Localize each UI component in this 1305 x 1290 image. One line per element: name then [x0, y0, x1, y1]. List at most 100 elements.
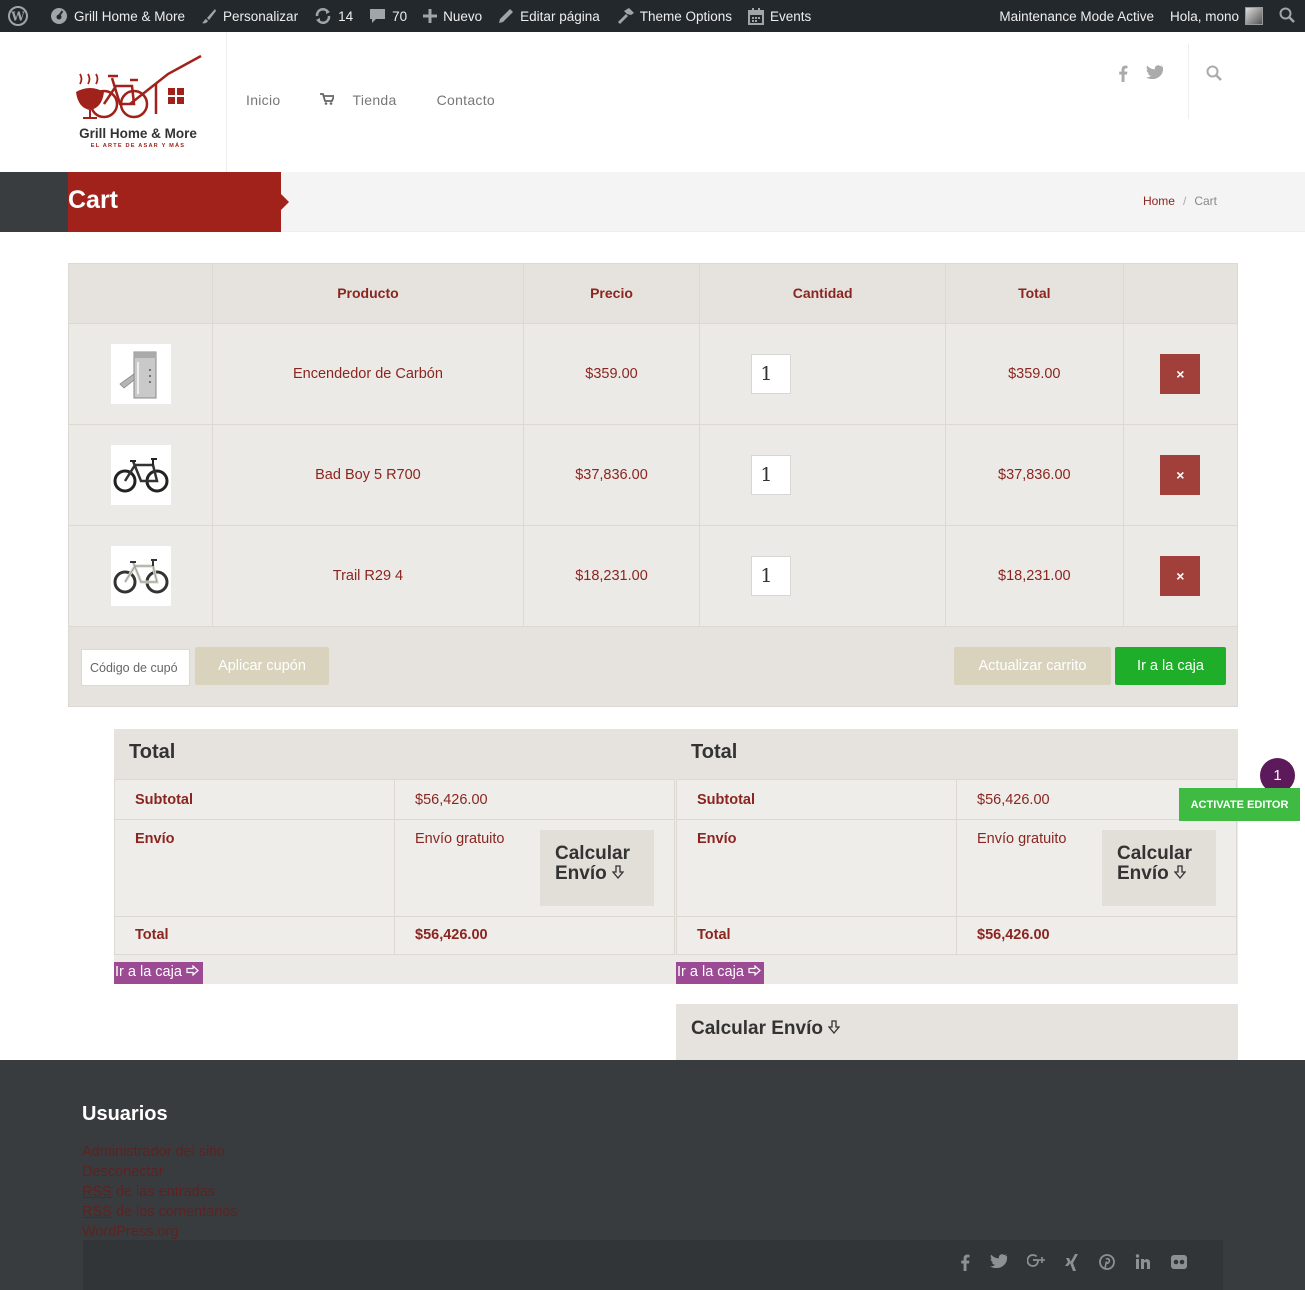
cart-header-row: Producto Precio Cantidad Total: [69, 264, 1237, 324]
twitter-icon[interactable]: [1146, 65, 1163, 86]
remove-item-button[interactable]: ×: [1160, 454, 1201, 495]
remove-item-button[interactable]: ×: [1160, 353, 1201, 394]
events-link[interactable]: Events: [740, 0, 819, 32]
checkout-link[interactable]: Ir a la caja: [114, 962, 203, 984]
avatar: [1245, 7, 1263, 25]
pinterest-icon[interactable]: [1099, 1254, 1115, 1276]
nav-item-home[interactable]: Inicio: [246, 92, 280, 108]
facebook-icon[interactable]: [960, 1254, 970, 1276]
header-product: Producto: [212, 264, 524, 324]
header-social: [1118, 65, 1163, 86]
quantity-input[interactable]: 1: [751, 555, 792, 596]
footer-social: [960, 1254, 1187, 1276]
cart-actions: Código de cupó Aplicar cupón Actualizar …: [69, 626, 1237, 706]
site-header: Grill Home & More EL ARTE DE ASAR Y MÁS …: [0, 32, 1305, 172]
google-plus-icon[interactable]: [1026, 1254, 1045, 1276]
maintenance-mode-indicator[interactable]: Maintenance Mode Active: [991, 0, 1162, 32]
product-thumbnail[interactable]: [110, 444, 171, 505]
updates-link[interactable]: 14: [306, 0, 361, 32]
cart-totals-heading: Total: [676, 729, 1238, 779]
nav-item-contact[interactable]: Contacto: [437, 92, 495, 108]
account-menu[interactable]: Hola, mono: [1162, 0, 1271, 32]
activate-editor-button[interactable]: ACTIVATE EDITOR: [1179, 788, 1300, 821]
logo-tagline: EL ARTE DE ASAR Y MÁS: [91, 142, 185, 149]
calc-line1: Calcular: [555, 843, 630, 864]
quantity-input[interactable]: 1: [751, 454, 792, 495]
linkedin-icon[interactable]: [1135, 1254, 1151, 1276]
coupon-code-input[interactable]: Código de cupó: [81, 648, 190, 686]
edit-page-label: Editar página: [520, 8, 600, 24]
calc-line1: Calcular: [1117, 843, 1192, 864]
xing-icon[interactable]: [1065, 1254, 1079, 1276]
order-total-label: Total: [676, 916, 957, 955]
quantity-input[interactable]: 1: [751, 353, 792, 394]
cart-row: Bad Boy 5 R700 $37,836.00 1 $37,836.00 ×: [69, 424, 1237, 526]
entries-text: de las entradas: [111, 1184, 216, 1200]
new-content-menu[interactable]: Nuevo: [415, 0, 490, 32]
search-icon: [1279, 7, 1295, 26]
cart-item-name[interactable]: Trail R29 4: [212, 525, 524, 627]
flickr-icon[interactable]: [1171, 1254, 1187, 1276]
breadcrumb-home[interactable]: Home: [1143, 194, 1175, 208]
customize-link[interactable]: Personalizar: [193, 0, 306, 32]
calculate-shipping-heading: Calcular Envío: [691, 1018, 823, 1039]
dashboard-icon: [50, 7, 68, 25]
nav-item-shop[interactable]: Tienda: [320, 92, 396, 108]
comments-count: 70: [392, 8, 408, 24]
cart-totals-duplicate: Total Subtotal $56,426.00 Envío Envío grat…: [676, 729, 1238, 984]
footer-link-logout[interactable]: Desconectar: [82, 1162, 238, 1182]
edit-page-link[interactable]: Editar página: [490, 0, 608, 32]
calculate-shipping-toggle[interactable]: Calcular Envío: [1102, 830, 1216, 906]
cart-item-name[interactable]: Bad Boy 5 R700: [212, 424, 524, 526]
updates-count: 14: [338, 8, 354, 24]
cart-icon: [320, 92, 336, 108]
proceed-to-checkout-button[interactable]: Ir a la caja: [1115, 646, 1226, 685]
main-nav: Inicio Tienda Contacto: [246, 92, 535, 108]
cart-totals: Total Subtotal $56,426.00 Envío Envío grat…: [114, 729, 676, 984]
arrow-right-icon: [186, 964, 199, 980]
title-bar-accent: [0, 172, 68, 232]
apply-coupon-button[interactable]: Aplicar cupón: [195, 646, 329, 685]
calendar-icon: [748, 7, 765, 25]
page-title: Cart: [68, 186, 119, 214]
events-label: Events: [770, 8, 812, 24]
breadcrumb-current: Cart: [1194, 194, 1217, 208]
site-footer: Usuarios Administrador del sitio Descone…: [0, 1060, 1305, 1290]
header-search-button[interactable]: [1206, 65, 1222, 86]
calculate-shipping-panel[interactable]: Calcular Envío: [676, 1004, 1238, 1060]
site-logo[interactable]: Grill Home & More EL ARTE DE ASAR Y MÁS: [68, 54, 208, 150]
product-thumbnail[interactable]: [110, 545, 171, 606]
calculate-shipping-toggle[interactable]: Calcular Envío: [540, 830, 654, 906]
rss-abbr: RSS: [82, 1204, 112, 1220]
remove-item-button[interactable]: ×: [1160, 555, 1201, 596]
cart-item-name[interactable]: Encendedor de Carbón: [212, 323, 524, 425]
twitter-icon[interactable]: [990, 1254, 1007, 1276]
site-name-menu[interactable]: Grill Home & More: [42, 0, 193, 32]
footer-link-admin[interactable]: Administrador del sitio: [82, 1142, 238, 1162]
comments-link[interactable]: 70: [361, 0, 415, 32]
checkout-link-label: Ir a la caja: [677, 964, 744, 980]
footer-link-entries-rss[interactable]: RSS de las entradas: [82, 1182, 238, 1202]
brush-icon: [201, 8, 217, 24]
subtotal-label: Subtotal: [676, 779, 957, 820]
theme-options-label: Theme Options: [639, 8, 733, 24]
theme-options-link[interactable]: Theme Options: [608, 0, 740, 32]
footer-link-wordpress[interactable]: WordPress.org: [82, 1222, 238, 1242]
plus-icon: [423, 9, 438, 23]
update-cart-button[interactable]: Actualizar carrito: [954, 646, 1111, 685]
cart-table: Producto Precio Cantidad Total Encendedo…: [68, 263, 1238, 707]
facebook-icon[interactable]: [1118, 65, 1128, 86]
wordpress-logo-button[interactable]: W: [0, 0, 42, 32]
shipping-value: Envío gratuito: [977, 831, 1067, 847]
product-thumbnail[interactable]: [110, 343, 171, 404]
cart-item-price: $359.00: [523, 323, 701, 425]
cart-row: Trail R29 4 $18,231.00 1 $18,231.00 ×: [69, 525, 1237, 627]
arrow-right-icon: [748, 964, 761, 980]
subtotal-value: $56,426.00: [394, 779, 675, 820]
header-remove: [1123, 264, 1237, 324]
checkout-link[interactable]: Ir a la caja: [676, 962, 764, 984]
footer-link-comments-rss[interactable]: RSS de los comentarios: [82, 1202, 238, 1222]
rss-abbr: RSS: [82, 1184, 112, 1200]
admin-search-button[interactable]: [1271, 0, 1305, 32]
subtotal-label: Subtotal: [114, 779, 395, 820]
